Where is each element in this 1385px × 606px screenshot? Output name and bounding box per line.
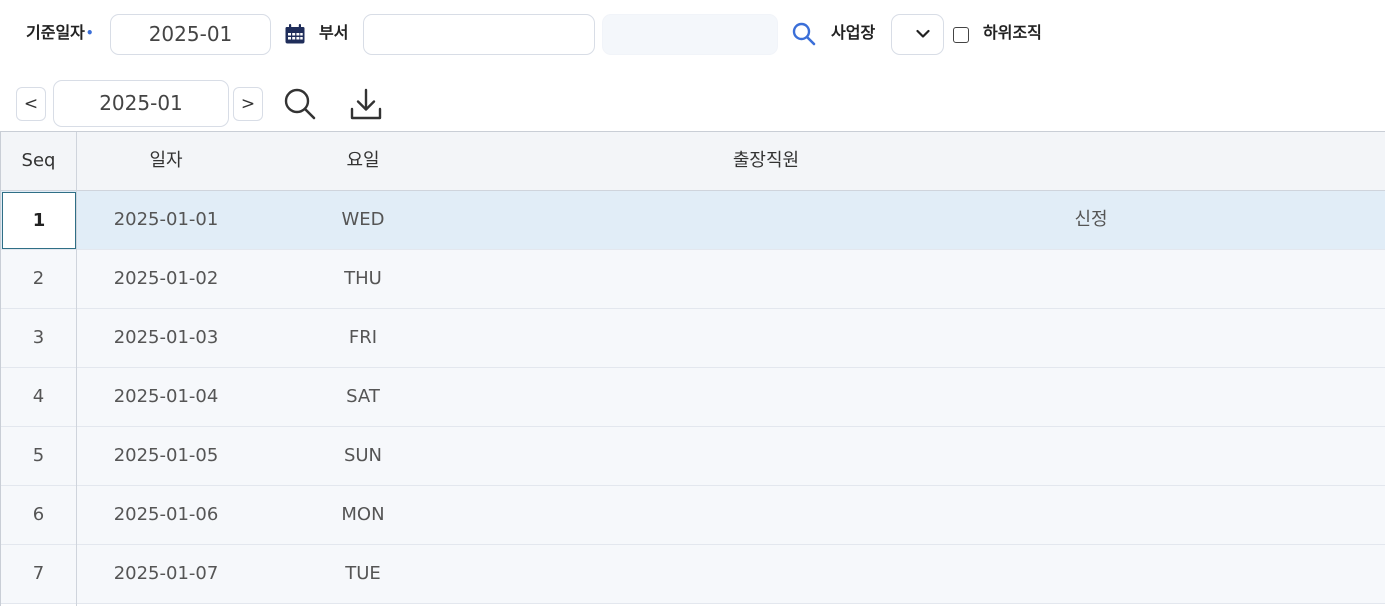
day-cell[interactable]: WED [313, 191, 413, 249]
calendar-icon[interactable] [284, 23, 306, 45]
search-icon[interactable] [283, 87, 317, 121]
dept-label: 부서 [319, 23, 349, 42]
date-cell[interactable]: 2025-01-03 [91, 309, 241, 367]
seq-cell[interactable]: 2 [1, 250, 76, 308]
next-month-button[interactable]: > [233, 87, 263, 121]
status-cell[interactable] [991, 486, 1191, 544]
status-cell[interactable] [991, 545, 1191, 603]
dept-code-input[interactable] [363, 14, 595, 55]
day-cell[interactable]: SUN [313, 427, 413, 485]
seq-column-divider [76, 132, 77, 606]
day-cell[interactable]: FRI [313, 309, 413, 367]
grid-header: Seq 일자 요일 출장직원 [1, 132, 1385, 191]
base-date-value: 2025-01 [148, 22, 233, 46]
table-row[interactable]: 7 2025-01-07 TUE [1, 545, 1385, 604]
month-value: 2025-01 [99, 91, 183, 115]
date-cell[interactable]: 2025-01-06 [91, 486, 241, 544]
table-row[interactable]: 3 2025-01-03 FRI [1, 309, 1385, 368]
base-date-label-text: 기준일자 [26, 23, 85, 42]
date-cell[interactable]: 2025-01-07 [91, 545, 241, 603]
search-icon[interactable] [791, 21, 817, 47]
table-row[interactable]: 5 2025-01-05 SUN [1, 427, 1385, 486]
include-sub-label: 하위조직 [983, 23, 1042, 42]
required-mark: • [85, 26, 94, 40]
prev-month-button[interactable]: < [16, 87, 46, 121]
site-select[interactable] [891, 14, 944, 55]
date-cell[interactable]: 2025-01-01 [91, 191, 241, 249]
filter-bar: 기준일자• 2025-01 부서 사업장 하위조직 [0, 0, 1385, 70]
dept-name-field [602, 14, 778, 55]
table-row[interactable]: 2 2025-01-02 THU [1, 250, 1385, 309]
status-cell[interactable]: 신정 [991, 191, 1191, 249]
status-cell[interactable] [991, 427, 1191, 485]
day-cell[interactable]: THU [313, 250, 413, 308]
day-cell[interactable]: MON [313, 486, 413, 544]
seq-cell[interactable]: 7 [1, 545, 76, 603]
seq-cell[interactable]: 1 [2, 192, 76, 249]
col-header-traveler[interactable]: 출장직원 [666, 132, 866, 190]
date-cell[interactable]: 2025-01-05 [91, 427, 241, 485]
seq-cell[interactable]: 3 [1, 309, 76, 367]
month-input[interactable]: 2025-01 [53, 80, 229, 127]
site-label: 사업장 [831, 23, 876, 42]
seq-cell[interactable]: 6 [1, 486, 76, 544]
date-cell[interactable]: 2025-01-04 [91, 368, 241, 426]
chevron-down-icon [916, 29, 930, 38]
table-row[interactable]: 6 2025-01-06 MON [1, 486, 1385, 545]
col-header-seq[interactable]: Seq [1, 132, 76, 190]
table-row[interactable]: 1 2025-01-01 WED 신정 [1, 191, 1385, 250]
trip-grid: Seq 일자 요일 출장직원 1 2025-01-01 WED 신정 2 2025-01-… [0, 131, 1385, 606]
status-cell[interactable] [991, 368, 1191, 426]
download-icon[interactable] [349, 87, 383, 121]
day-cell[interactable]: SAT [313, 368, 413, 426]
day-cell[interactable]: TUE [313, 545, 413, 603]
base-date-label: 기준일자• [26, 22, 94, 44]
base-date-input[interactable]: 2025-01 [110, 14, 271, 55]
status-cell[interactable] [991, 250, 1191, 308]
seq-cell[interactable]: 5 [1, 427, 76, 485]
col-header-day[interactable]: 요일 [313, 132, 413, 190]
col-header-date[interactable]: 일자 [91, 132, 241, 190]
seq-cell[interactable]: 4 [1, 368, 76, 426]
include-sub-checkbox[interactable] [953, 27, 969, 43]
status-cell[interactable] [991, 309, 1191, 367]
table-row[interactable]: 4 2025-01-04 SAT [1, 368, 1385, 427]
date-cell[interactable]: 2025-01-02 [91, 250, 241, 308]
